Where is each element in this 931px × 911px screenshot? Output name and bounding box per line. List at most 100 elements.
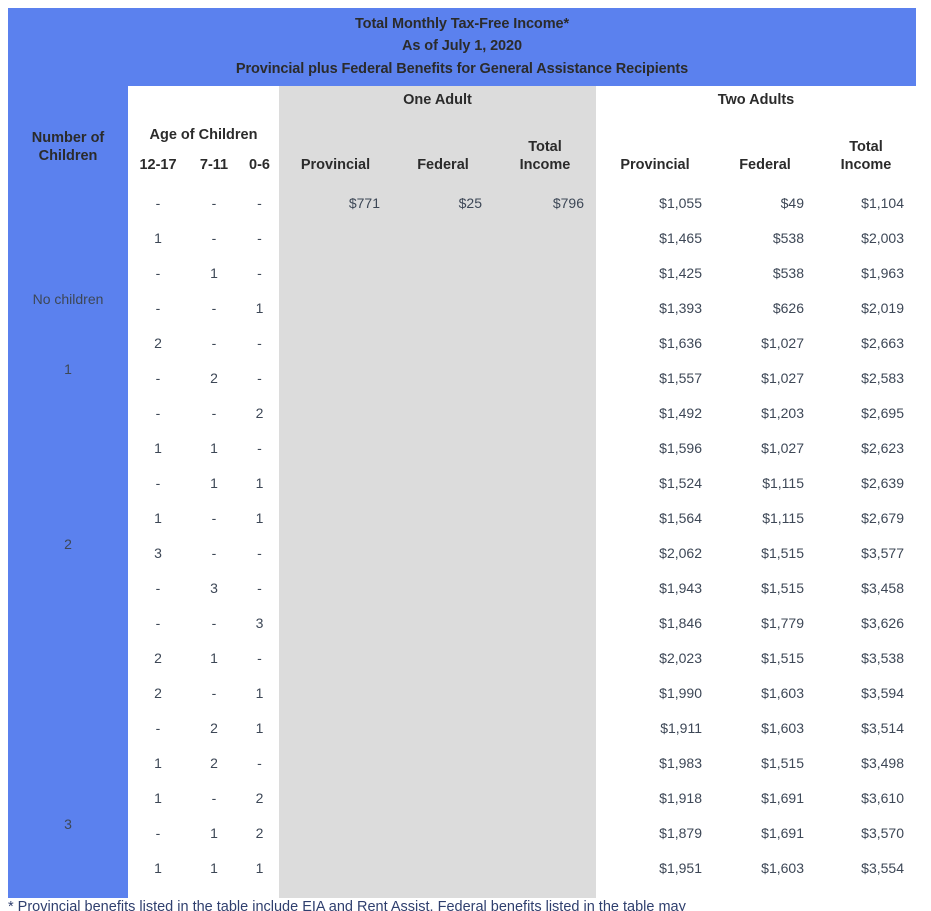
header-age-7-11: 7-11 bbox=[199, 156, 229, 173]
cell-two-adults-total-income: $3,577 bbox=[861, 544, 904, 561]
cell-age-0-6: 1 bbox=[255, 684, 264, 701]
cell-age-0-6: - bbox=[257, 439, 262, 456]
cell-age-7-11: 1 bbox=[210, 264, 218, 281]
cell-two-adults-federal: $1,115 bbox=[762, 509, 804, 526]
table-row: - - 1 $1,393 $626 $2,019 bbox=[8, 290, 916, 325]
table-row: 1 - - $1,465 $538 $2,003 bbox=[8, 220, 916, 255]
header-number-of-children-line1: Number of bbox=[31, 129, 105, 146]
group-label-number-of-children: No children bbox=[32, 291, 104, 307]
row-number-of-children-cell bbox=[8, 850, 128, 885]
cell-one-adult-total-income bbox=[494, 220, 596, 255]
cell-one-adult-provincial bbox=[279, 220, 392, 255]
cell-one-adult-total-income bbox=[494, 815, 596, 850]
cell-two-adults-total-income: $3,610 bbox=[861, 789, 904, 806]
cell-two-adults-federal: $626 bbox=[772, 299, 804, 316]
cell-age-0-6: 2 bbox=[255, 824, 264, 841]
row-number-of-children-cell bbox=[8, 675, 128, 710]
cell-two-adults-provincial: $1,557 bbox=[659, 369, 702, 386]
table-row: 1 - 2 $1,918 $1,691 $3,610 bbox=[8, 780, 916, 815]
cell-two-adults-total-income: $3,458 bbox=[861, 579, 904, 596]
cell-one-adult-provincial bbox=[279, 535, 392, 570]
cell-one-adult-total-income bbox=[494, 745, 596, 780]
cell-age-7-11: - bbox=[211, 229, 217, 246]
header-age-0-6: 0-6 bbox=[249, 156, 270, 173]
cell-two-adults-provincial: $1,055 bbox=[659, 194, 702, 211]
cell-two-adults-federal: $538 bbox=[772, 264, 804, 281]
cell-two-adults-total-income: $2,003 bbox=[861, 229, 904, 246]
cell-two-adults-total-income: $2,679 bbox=[861, 509, 904, 526]
table-row: 1 - 1 $1,564 $1,115 $2,679 bbox=[8, 500, 916, 535]
cell-two-adults-total-income: $2,623 bbox=[861, 439, 904, 456]
cell-age-12-17: 1 bbox=[154, 754, 162, 771]
cell-age-12-17: - bbox=[155, 264, 161, 281]
row-number-of-children-cell bbox=[8, 745, 128, 780]
cell-two-adults-total-income: $3,554 bbox=[861, 859, 904, 876]
cell-two-adults-total-income: $3,538 bbox=[861, 649, 904, 666]
cell-age-0-6: - bbox=[257, 754, 262, 771]
cell-one-adult-federal bbox=[392, 360, 494, 395]
cell-two-adults-federal: $1,779 bbox=[761, 614, 804, 631]
cell-age-12-17: 1 bbox=[154, 509, 162, 526]
cell-two-adults-total-income: $3,594 bbox=[861, 684, 904, 701]
cell-age-12-17: - bbox=[155, 614, 161, 631]
cell-one-adult-total-income bbox=[494, 780, 596, 815]
cell-one-adult-total-income bbox=[494, 570, 596, 605]
cell-two-adults-provincial: $1,911 bbox=[660, 719, 702, 736]
cell-one-adult-total-income bbox=[494, 430, 596, 465]
cell-two-adults-federal: $1,027 bbox=[761, 334, 804, 351]
cell-two-adults-federal: $1,515 bbox=[761, 754, 804, 771]
cell-age-7-11: 2 bbox=[210, 369, 218, 386]
cell-two-adults-provincial: $1,918 bbox=[659, 789, 702, 806]
cell-age-0-6: - bbox=[257, 649, 262, 666]
cell-two-adults-federal: $1,603 bbox=[761, 684, 804, 701]
cell-two-adults-federal: $49 bbox=[780, 194, 804, 211]
header-one-adult-total-line2: Income bbox=[519, 156, 571, 173]
cell-one-adult-provincial bbox=[279, 290, 392, 325]
header-one-adult-total-income: Total Income bbox=[494, 138, 596, 174]
cell-two-adults-federal: $1,603 bbox=[761, 859, 804, 876]
table-row: - - 3 $1,846 $1,779 $3,626 bbox=[8, 605, 916, 640]
title-line-1: Total Monthly Tax-Free Income* bbox=[355, 15, 569, 32]
table-row: 2 - 1 $1,990 $1,603 $3,594 bbox=[8, 675, 916, 710]
cell-one-adult-provincial bbox=[279, 675, 392, 710]
header-two-adults-total-income: Total Income bbox=[816, 138, 916, 174]
cell-two-adults-total-income: $2,663 bbox=[861, 334, 904, 351]
table-row: 1 1 - $1,596 $1,027 $2,623 bbox=[8, 430, 916, 465]
cell-age-12-17: 2 bbox=[154, 684, 162, 701]
table-row: 1 1 1 $1,951 $1,603 $3,554 bbox=[8, 850, 916, 885]
cell-one-adult-total-income: $796 bbox=[552, 194, 584, 211]
header-two-adults-federal: Federal bbox=[739, 156, 791, 173]
cell-age-0-6: 1 bbox=[255, 719, 264, 736]
cell-age-12-17: - bbox=[155, 579, 161, 596]
cell-age-7-11: 3 bbox=[210, 579, 218, 596]
cell-two-adults-provincial: $1,524 bbox=[659, 474, 702, 491]
cell-two-adults-provincial: $1,983 bbox=[659, 754, 702, 771]
cell-age-0-6: 1 bbox=[255, 509, 264, 526]
table-row: - 1 1 $1,524 $1,115 $2,639 bbox=[8, 465, 916, 500]
table-body: - - - $771 $25 $796 $1,055 $49 $1,104 1 - - $1,465 $5… bbox=[8, 185, 916, 885]
cell-two-adults-federal: $538 bbox=[772, 229, 804, 246]
cell-age-0-6: - bbox=[257, 229, 262, 246]
table-row: 2 1 - $2,023 $1,515 $3,538 bbox=[8, 640, 916, 675]
cell-age-7-11: - bbox=[211, 404, 217, 421]
cell-two-adults-total-income: $3,626 bbox=[861, 614, 904, 631]
cell-age-0-6: 3 bbox=[255, 614, 264, 631]
row-number-of-children-cell bbox=[8, 220, 128, 255]
row-number-of-children-cell bbox=[8, 500, 128, 535]
cell-age-7-11: - bbox=[211, 334, 217, 351]
cell-two-adults-provincial: $1,951 bbox=[659, 859, 702, 876]
cell-two-adults-federal: $1,603 bbox=[761, 719, 804, 736]
cell-age-0-6: - bbox=[257, 369, 262, 386]
cell-one-adult-federal bbox=[392, 640, 494, 675]
group-label-number-of-children: 3 bbox=[64, 816, 72, 832]
cell-two-adults-provincial: $1,879 bbox=[659, 824, 702, 841]
cell-one-adult-federal bbox=[392, 745, 494, 780]
table-row: - 1 2 $1,879 $1,691 $3,570 bbox=[8, 815, 916, 850]
header-one-adult-provincial: Provincial bbox=[300, 156, 371, 173]
cell-age-0-6: 1 bbox=[255, 859, 264, 876]
cell-one-adult-provincial bbox=[279, 255, 392, 290]
cell-one-adult-federal bbox=[392, 255, 494, 290]
cell-two-adults-federal: $1,691 bbox=[761, 824, 804, 841]
cell-one-adult-total-income bbox=[494, 535, 596, 570]
cell-age-12-17: 1 bbox=[154, 439, 162, 456]
